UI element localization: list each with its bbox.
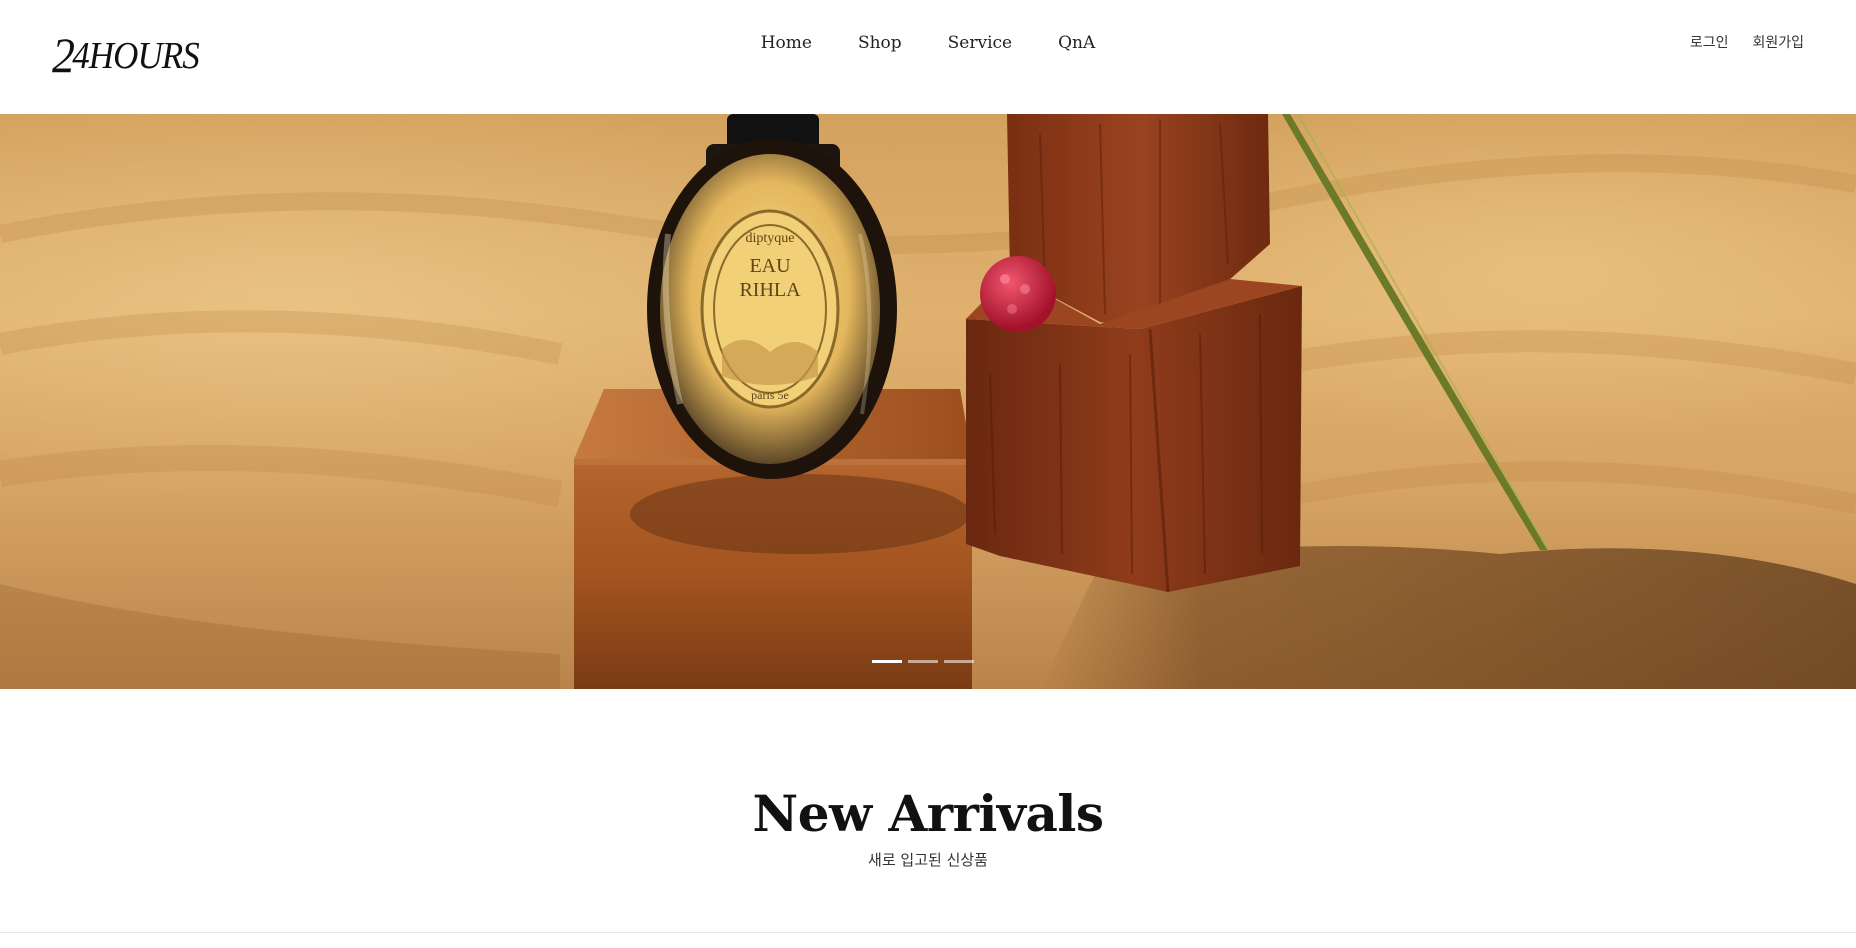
carousel-dot-2[interactable] [908,660,938,663]
hero-banner[interactable]: EAU RIHLA diptyque paris 5e [0,114,1856,689]
auth-links: 로그인 회원가입 [1690,32,1804,52]
new-arrivals-title: New Arrivals [752,784,1104,843]
signup-link[interactable]: 회원가입 [1752,32,1804,52]
bottle-city: paris 5e [751,388,789,402]
site-header: 24HOURS Home Shop Service QnA 로그인 회원가입 [0,0,1856,114]
hero-image: EAU RIHLA diptyque paris 5e [0,114,1856,689]
nav-qna[interactable]: QnA [1035,30,1118,56]
nav-home[interactable]: Home [738,30,835,56]
new-arrivals-subtitle: 새로 입고된 신상품 [868,851,988,869]
carousel-indicators [872,660,974,663]
main-nav: Home Shop Service QnA [0,30,1856,56]
carousel-dot-3[interactable] [944,660,974,663]
carousel-dot-1[interactable] [872,660,902,663]
bottle-name-line2: RIHLA [739,279,801,301]
login-link[interactable]: 로그인 [1690,32,1729,52]
bottle-brand: diptyque [746,231,795,246]
nav-service[interactable]: Service [925,30,1035,56]
section-divider [0,932,1856,933]
nav-shop[interactable]: Shop [835,30,925,56]
bottle-name-line1: EAU [749,255,791,277]
